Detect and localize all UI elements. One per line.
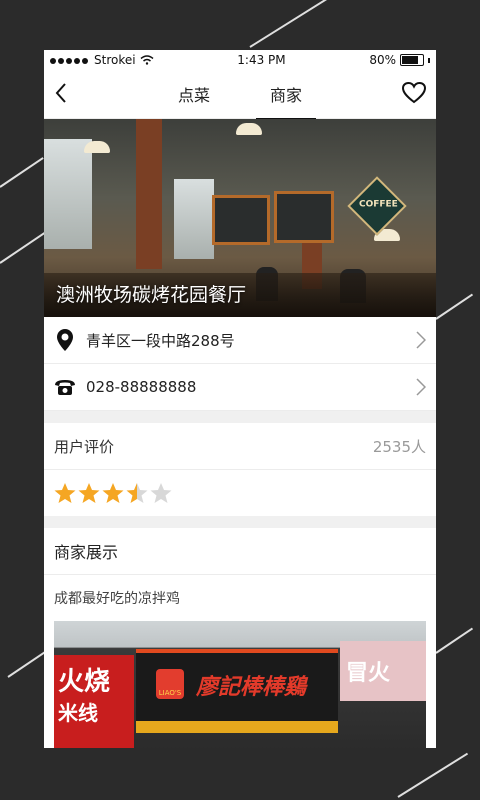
star-icon [150,483,172,503]
address-text: 青羊区一段中路288号 [86,331,235,350]
nav-tabs: 点菜 商家 [172,80,317,120]
restaurant-name: 澳洲牧场碳烤花园餐厅 [56,284,247,306]
dish-name[interactable]: 成都最好吃的凉拌鸡 [44,575,436,621]
shop-pink-sign-text: 冒火 [346,661,391,686]
background-stripe [249,0,327,48]
battery-icon [399,54,424,66]
phone-screen: Strokei 1:43 PM 80% 点菜 商家 COFFEE 澳洲牧场碳烤花… [44,50,436,748]
telephone-icon [54,376,76,398]
shop-yellow-banner [136,721,338,733]
carrier-name: Strokei [94,53,136,67]
hero-pillar [136,119,162,269]
section-divider [44,411,436,423]
address-row[interactable]: 青羊区一段中路288号 [44,317,436,364]
reviews-label: 用户评价 [54,437,115,456]
hero-menu-board [274,191,334,243]
navigation-bar: 点菜 商家 [44,70,436,120]
background-stripe [435,293,474,320]
chevron-right-icon [416,331,426,349]
coffee-sign-text: COFFEE [358,199,398,210]
reviews-count: 2535人 [372,437,426,456]
status-time: 1:43 PM [237,53,286,67]
background-stripe [0,157,44,188]
wifi-icon [140,55,154,65]
shop-main-sign: LIAO'S 廖記棒棒鷄 [136,649,338,725]
battery-percent: 80% [369,53,396,67]
tab-order-dishes[interactable]: 点菜 [172,80,216,108]
star-icon [126,483,148,503]
shop-brand-text: 廖記棒棒鷄 [196,674,307,700]
back-button[interactable] [54,82,68,108]
shop-red-sign-text2: 米线 [58,701,98,725]
star-icon [78,483,100,503]
battery-cap [427,57,430,63]
shop-red-sign-text: 火烧 [58,667,111,697]
status-bar: Strokei 1:43 PM 80% [44,50,436,70]
hero-window [174,179,214,259]
hero-window [44,139,92,249]
background-stripe [7,650,47,678]
chevron-left-icon [55,83,66,103]
rating-stars [44,470,436,516]
hero-menu-board [212,195,270,245]
heart-icon [401,81,427,104]
background-stripe [435,627,474,654]
showcase-title: 商家展示 [44,528,436,575]
coffee-sign: COFFEE [347,176,407,236]
hero-lamp [84,141,110,153]
hero-lamp [236,123,262,135]
star-icon [102,483,124,503]
chevron-right-icon [416,378,426,396]
restaurant-hero-image: COFFEE 澳洲牧场碳烤花园餐厅 [44,119,436,317]
phone-number: 028-88888888 [86,378,197,396]
background-stripe [0,229,49,264]
phone-row[interactable]: 028-88888888 [44,364,436,411]
star-icon [54,483,76,503]
reviews-header[interactable]: 用户评价 2535人 [44,423,436,470]
shop-pink-sign: 冒火 [340,641,426,701]
shop-logo: LIAO'S [156,669,184,699]
tab-merchant[interactable]: 商家 [255,80,317,120]
signal-dots-icon [50,53,90,67]
shop-red-sign: 火烧 米线 [54,655,134,748]
section-divider [44,516,436,528]
shop-photo[interactable]: 火烧 米线 LIAO'S 廖記棒棒鷄 冒火 [54,621,426,748]
favorite-button[interactable] [401,81,427,108]
background-stripe [397,752,469,798]
location-pin-icon [54,329,76,351]
